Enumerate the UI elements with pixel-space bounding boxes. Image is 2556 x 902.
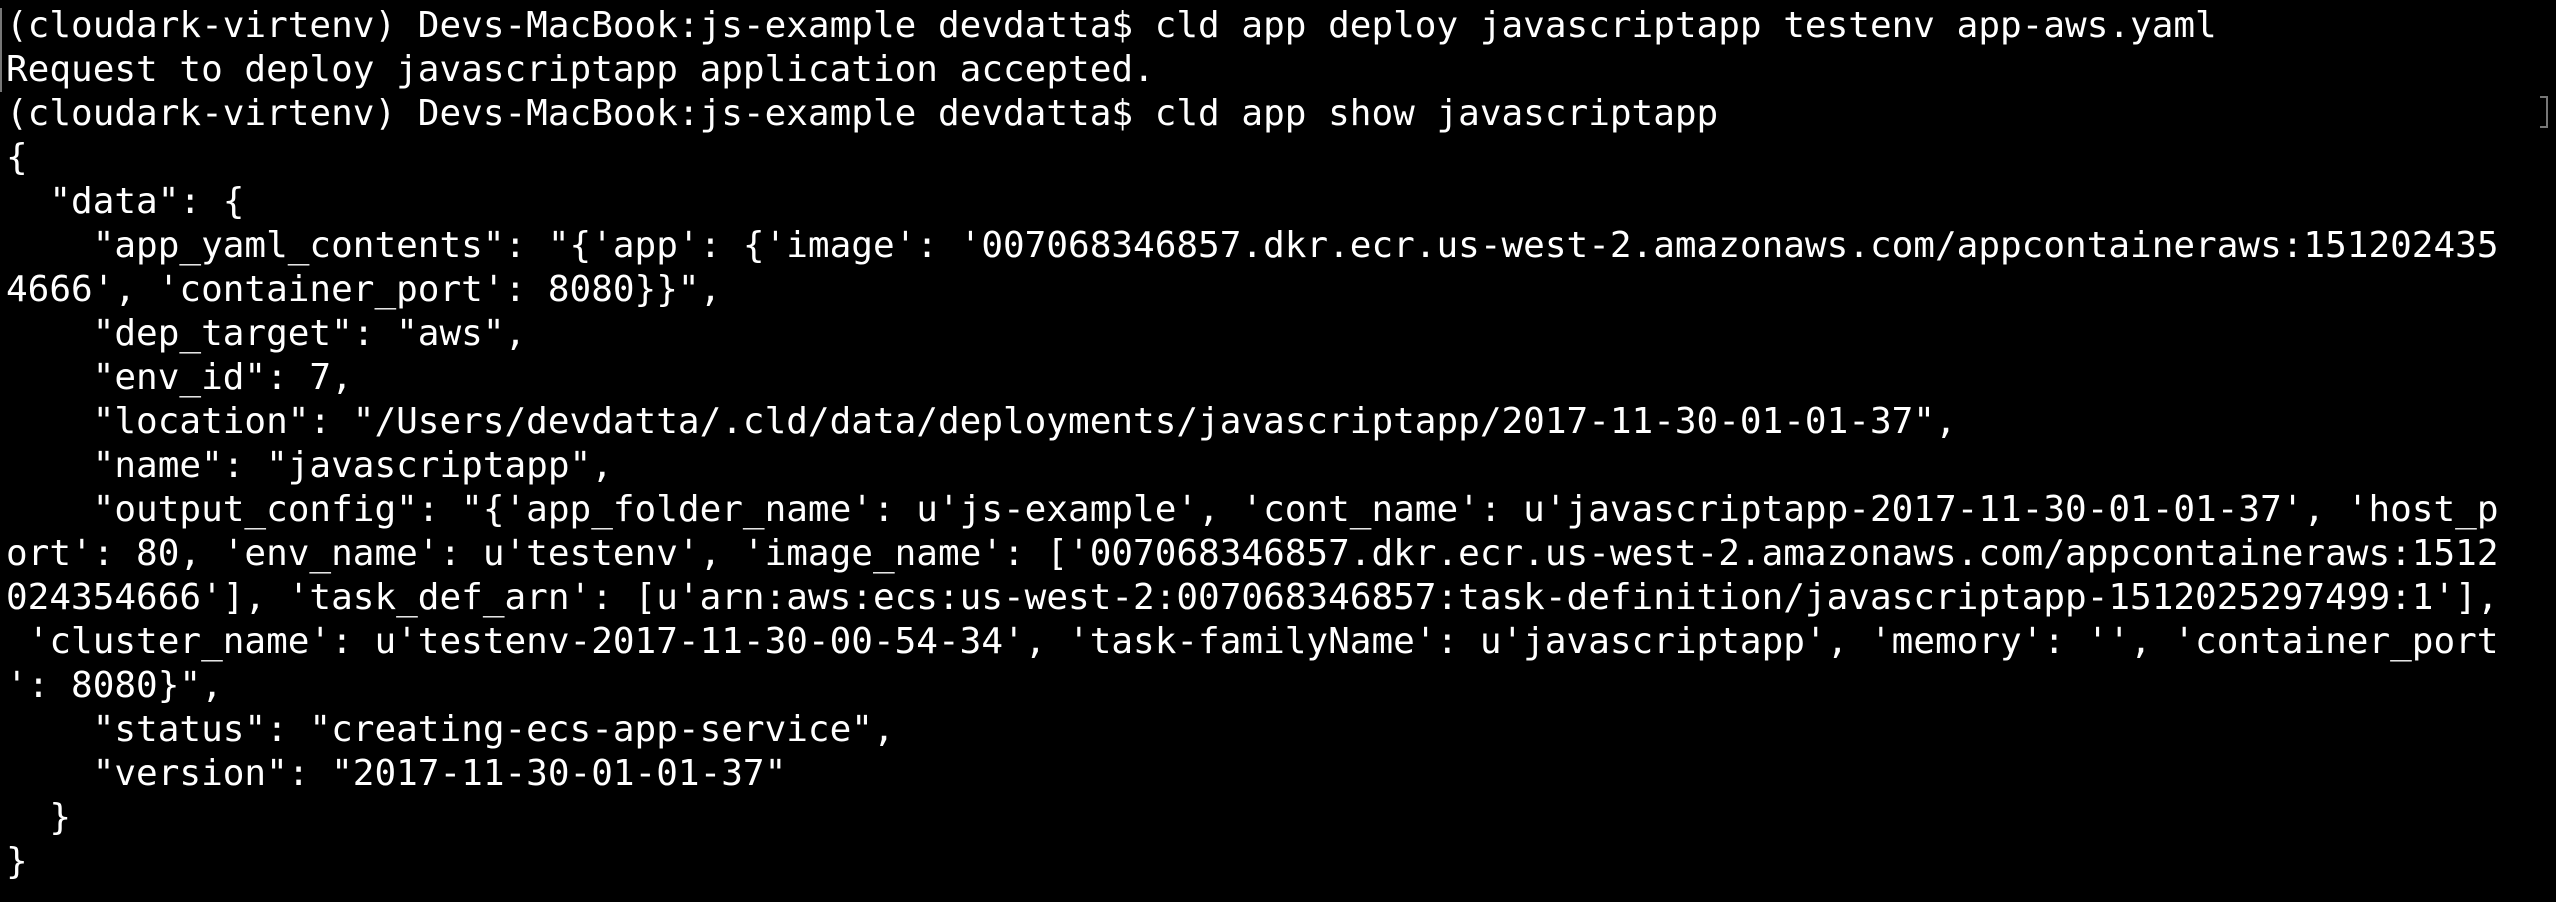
json-output-line: 4666', 'container_port': 8080}}",	[6, 269, 722, 310]
json-output-line: "version": "2017-11-30-01-01-37"	[6, 753, 787, 794]
json-output-line: "env_id": 7,	[6, 357, 353, 398]
json-output-line: 'cluster_name': u'testenv-2017-11-30-00-…	[6, 621, 2499, 662]
json-output-line: }	[6, 797, 72, 838]
json-output-line: 024354666'], 'task_def_arn': [u'arn:aws:…	[6, 577, 2499, 618]
output-line-accepted: Request to deploy javascriptapp applicat…	[6, 49, 1155, 90]
json-output-line: "location": "/Users/devdatta/.cld/data/d…	[6, 401, 1957, 442]
json-output-line: "data": {	[6, 181, 245, 222]
json-output-line: "name": "javascriptapp",	[6, 445, 613, 486]
json-output-line: "status": "creating-ecs-app-service",	[6, 709, 895, 750]
json-output-line: ort': 80, 'env_name': u'testenv', 'image…	[6, 533, 2499, 574]
json-output-line: }	[6, 841, 28, 882]
json-output-line: "output_config": "{'app_folder_name': u'…	[6, 489, 2499, 530]
json-output-line: "dep_target": "aws",	[6, 313, 527, 354]
json-output-line: "app_yaml_contents": "{'app': {'image': …	[6, 225, 2499, 266]
command-line-show: (cloudark-virtenv) Devs-MacBook:js-examp…	[6, 93, 1719, 134]
command-line-deploy: (cloudark-virtenv) Devs-MacBook:js-examp…	[6, 5, 2217, 46]
json-output-line: ': 8080}",	[6, 665, 223, 706]
json-output-line: {	[6, 137, 28, 178]
selection-marker-right	[2540, 96, 2548, 128]
selection-marker-left	[0, 8, 4, 92]
terminal-window[interactable]: (cloudark-virtenv) Devs-MacBook:js-examp…	[0, 4, 2556, 902]
